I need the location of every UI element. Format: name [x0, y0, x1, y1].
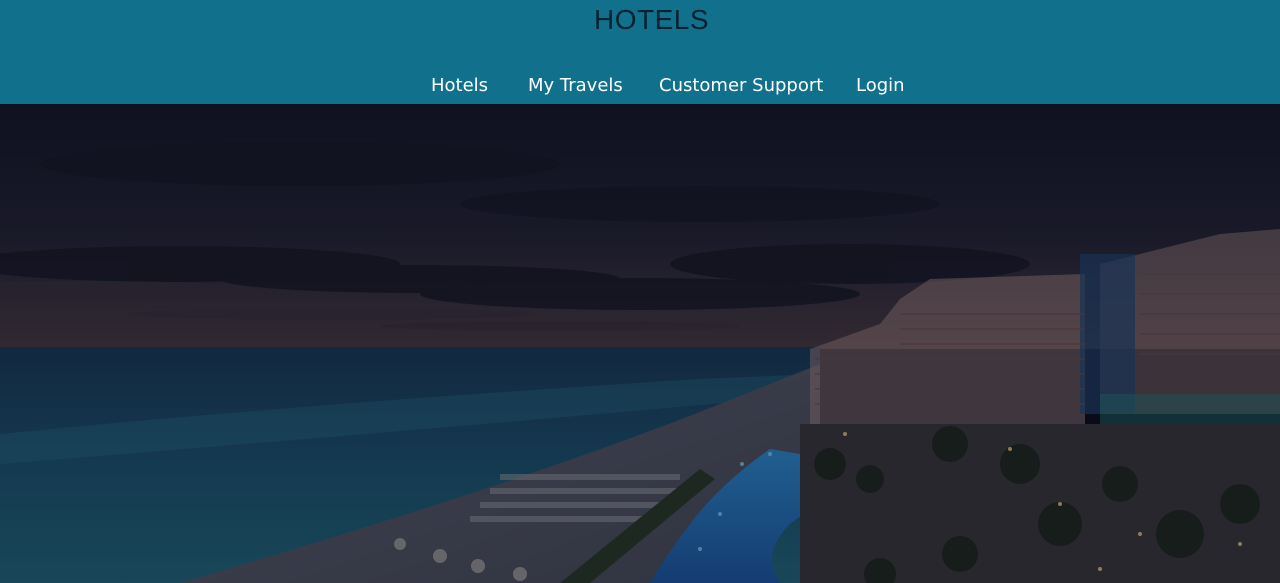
- nav-hotels-link[interactable]: Hotels: [431, 72, 488, 100]
- resort-beach-illustration: [0, 104, 1280, 583]
- nav-my-travels-link[interactable]: My Travels: [528, 72, 623, 100]
- nav-customer-support-link[interactable]: Customer Support: [659, 72, 823, 100]
- nav-login-link[interactable]: Login: [856, 72, 905, 100]
- hero-image: [0, 104, 1280, 583]
- site-title: HOTELS: [594, 4, 710, 35]
- site-header: HOTELS Hotels My Travels Customer Suppor…: [0, 0, 1280, 104]
- main-nav: Hotels My Travels Customer Support Login: [0, 72, 1280, 100]
